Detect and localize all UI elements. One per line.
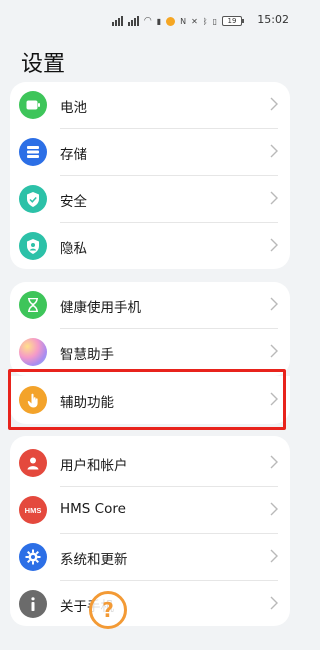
settings-item-label: HMS Core <box>60 501 126 517</box>
settings-item-battery[interactable]: 电池 <box>10 82 290 128</box>
chevron-right-icon <box>270 238 278 252</box>
hms-core-icon: HMS <box>19 496 47 524</box>
settings-group-4: 用户和帐户 HMS HMS Core 系统和更新 关于手机 <box>10 436 290 626</box>
status-time: 15:02 <box>257 13 289 26</box>
settings-item-security[interactable]: 安全 <box>10 176 290 222</box>
hms-icon-text: HMS <box>24 505 42 515</box>
settings-item-label: 存储 <box>60 147 87 163</box>
battery-indicator: 19 <box>222 16 244 26</box>
privacy-icon <box>19 232 47 260</box>
chevron-right-icon <box>270 144 278 158</box>
sim-signal-icon <box>111 16 123 26</box>
vibrate-icon: ▯ <box>212 16 217 26</box>
highlight-box <box>8 369 286 430</box>
chevron-right-icon <box>270 191 278 205</box>
settings-group-2: 健康使用手机 智慧助手 <box>10 282 290 376</box>
app-notification-icon <box>166 16 176 26</box>
assistant-orb-icon <box>19 338 47 366</box>
settings-item-label: 健康使用手机 <box>60 300 141 316</box>
shield-icon <box>19 185 47 213</box>
status-bar: ◠ ▮ N ✕ ᛒ ▯ 19 15:02 <box>0 0 300 40</box>
settings-item-hms-core[interactable]: HMS HMS Core <box>10 487 290 533</box>
settings-item-label: 电池 <box>60 100 87 116</box>
settings-item-privacy[interactable]: 隐私 <box>10 223 290 269</box>
chevron-right-icon <box>270 297 278 311</box>
bluetooth-icon: ᛒ <box>202 16 208 26</box>
hourglass-icon <box>19 291 47 319</box>
notification-icon: ▮ <box>156 16 162 26</box>
storage-icon <box>19 138 47 166</box>
gear-icon <box>19 543 47 571</box>
chevron-right-icon <box>270 549 278 563</box>
chevron-right-icon <box>270 455 278 469</box>
settings-item-system-updates[interactable]: 系统和更新 <box>10 534 290 580</box>
settings-item-label: 隐私 <box>60 241 87 257</box>
mute-icon: ✕ <box>191 16 198 26</box>
settings-item-label: 用户和帐户 <box>60 458 128 474</box>
battery-icon <box>19 91 47 119</box>
wifi-icon: ◠ <box>143 16 152 26</box>
page-title: 设置 <box>21 52 66 77</box>
settings-item-users-accounts[interactable]: 用户和帐户 <box>10 440 290 486</box>
info-icon <box>19 590 47 618</box>
nfc-icon: N <box>180 16 187 26</box>
chevron-right-icon <box>270 97 278 111</box>
settings-item-storage[interactable]: 存储 <box>10 129 290 175</box>
settings-item-digital-balance[interactable]: 健康使用手机 <box>10 282 290 328</box>
settings-item-label: 安全 <box>60 194 87 210</box>
settings-item-label: 系统和更新 <box>60 552 128 568</box>
sim2-signal-icon <box>127 16 139 26</box>
settings-item-label: 智慧助手 <box>60 347 114 363</box>
status-icons: ◠ ▮ N ✕ ᛒ ▯ 19 <box>111 14 244 28</box>
user-icon <box>19 449 47 477</box>
chevron-right-icon <box>270 502 278 516</box>
chevron-right-icon <box>270 344 278 358</box>
settings-group-1: 电池 存储 安全 隐私 <box>10 82 290 269</box>
chevron-right-icon <box>270 596 278 610</box>
help-question-icon[interactable]: ? <box>89 591 127 629</box>
settings-item-about-phone[interactable]: 关于手机 <box>10 581 290 627</box>
